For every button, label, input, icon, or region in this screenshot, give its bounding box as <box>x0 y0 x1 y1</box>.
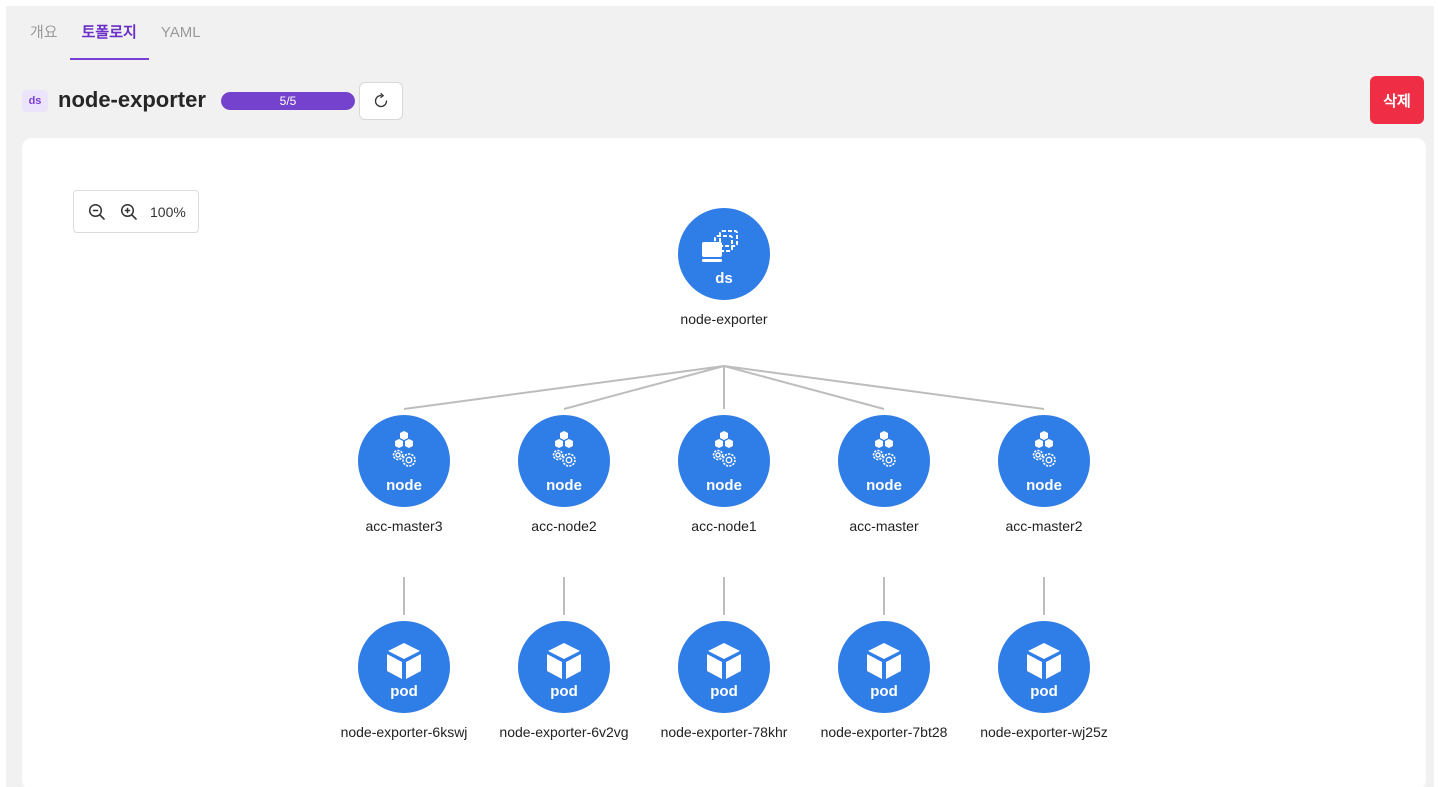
topology-node-node-name: acc-master <box>849 518 919 534</box>
delete-button[interactable]: 삭제 <box>1370 76 1424 124</box>
topology-node-node-kind: node <box>546 477 582 494</box>
topology-node-pod-kind: pod <box>1030 683 1058 700</box>
topology-node-node-name: acc-master3 <box>365 518 442 534</box>
topology-node-node-kind: node <box>706 477 742 494</box>
topology-node-node-kind: node <box>386 477 422 494</box>
topology-node-node-name: acc-master2 <box>1005 518 1082 534</box>
refresh-button[interactable] <box>359 82 403 120</box>
topology-node-pod-name: node-exporter-7bt28 <box>821 724 948 740</box>
page-title: node-exporter <box>58 87 206 112</box>
topology-node-pod-kind: pod <box>390 683 418 700</box>
topology-node-pod-name: node-exporter-6kswj <box>341 724 468 740</box>
topology-node-pod-name: node-exporter-wj25z <box>980 724 1108 740</box>
topology-node-pod-kind: pod <box>550 683 578 700</box>
topology-node-pod-kind: pod <box>710 683 738 700</box>
edge-ds-to-node <box>723 365 885 410</box>
topology-node-node-name: acc-node2 <box>531 518 597 534</box>
topology-graph: ds node-exporter node acc-master3 pod node-ex… <box>341 208 1108 740</box>
tab-overview[interactable]: 개요 <box>30 24 70 60</box>
topology-node-node[interactable]: node acc-master <box>838 415 930 534</box>
topology-node-pod[interactable]: pod node-exporter-6kswj <box>341 621 468 740</box>
topology-node-node[interactable]: node acc-master2 <box>998 415 1090 534</box>
tab-bar: 개요 토폴로지 YAML <box>30 24 213 64</box>
topology-node-pod-name: node-exporter-78khr <box>661 724 788 740</box>
topology-node-node[interactable]: node acc-master3 <box>358 415 450 534</box>
topology-node-pod[interactable]: pod node-exporter-wj25z <box>980 621 1108 740</box>
ready-progress-bar: 5/5 <box>221 92 355 110</box>
topology-node-node-kind: node <box>1026 477 1062 494</box>
topology-node-node[interactable]: node acc-node1 <box>678 415 770 534</box>
topology-node-node-name: acc-node1 <box>691 518 757 534</box>
topology-node-ds-kind: ds <box>715 270 733 287</box>
topology-node-pod-name: node-exporter-6v2vg <box>499 724 628 740</box>
refresh-icon <box>374 93 388 108</box>
resource-kind-badge: ds <box>22 90 48 112</box>
tab-topology[interactable]: 토폴로지 <box>69 24 150 60</box>
topology-node-pod[interactable]: pod node-exporter-78khr <box>661 621 788 740</box>
ready-count: 5/5 <box>279 94 297 108</box>
edge-ds-to-node <box>403 365 725 410</box>
resource-header: ds node-exporter 5/5 삭제 <box>22 76 1434 124</box>
topology-node-ds[interactable]: ds node-exporter <box>678 208 770 327</box>
edge-ds-to-node <box>563 365 725 410</box>
topology-node-node[interactable]: node acc-node2 <box>518 415 610 534</box>
topology-node-ds-name: node-exporter <box>680 311 768 327</box>
topology-node-node-kind: node <box>866 477 902 494</box>
topology-node-pod-kind: pod <box>870 683 898 700</box>
app-shell: 개요 토폴로지 YAML ds node-exporter 5/5 삭제 100… <box>6 6 1434 787</box>
topology-canvas[interactable]: 100% ds node-exporter node acc-master3 pod no… <box>22 138 1426 787</box>
topology-node-pod[interactable]: pod node-exporter-6v2vg <box>499 621 629 740</box>
topology-node-pod[interactable]: pod node-exporter-7bt28 <box>821 621 948 740</box>
tab-yaml[interactable]: YAML <box>149 24 213 60</box>
edge-ds-to-node <box>723 365 1045 410</box>
